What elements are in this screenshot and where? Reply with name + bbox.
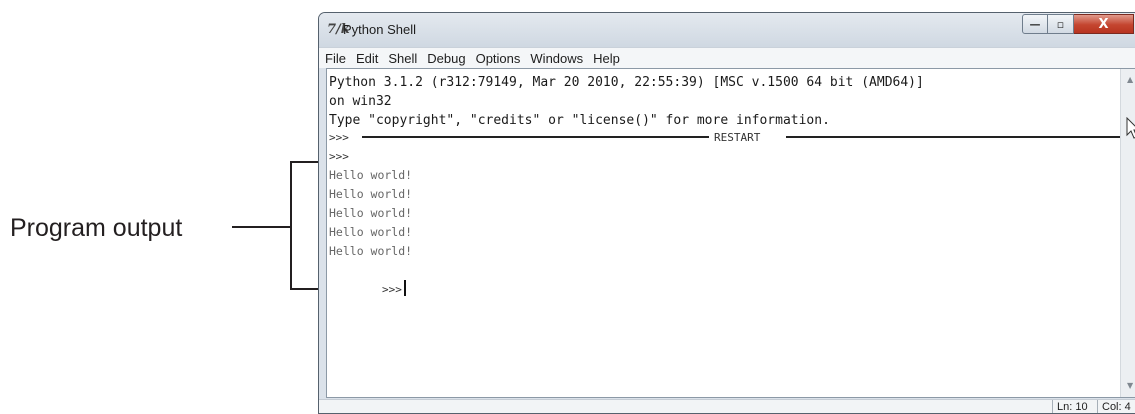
- text-cursor: [403, 280, 406, 296]
- vertical-scrollbar[interactable]: ▲ ▼: [1120, 69, 1135, 397]
- minimize-button[interactable]: —: [1022, 14, 1048, 34]
- minimize-icon: —: [1029, 17, 1041, 31]
- banner-line: Python 3.1.2 (r312:79149, Mar 20 2010, 2…: [329, 75, 924, 90]
- scroll-up-icon[interactable]: ▲: [1127, 75, 1133, 84]
- restart-divider-right: [786, 136, 1121, 138]
- window-title: Python Shell: [343, 22, 416, 37]
- menu-shell[interactable]: Shell: [388, 51, 417, 66]
- maximize-icon: ▫: [1056, 17, 1065, 31]
- menu-help[interactable]: Help: [593, 51, 620, 66]
- output-line: Hello world!: [329, 225, 413, 239]
- output-line: Hello world!: [329, 244, 413, 258]
- python-shell-window: 7/k Python Shell — ▫ X File Edit Shell D…: [318, 12, 1135, 414]
- output-line: Hello world!: [329, 187, 413, 201]
- output-line: Hello world!: [329, 168, 413, 182]
- status-bar: Ln: 10 Col: 4: [319, 399, 1135, 413]
- window-controls: — ▫ X: [1022, 14, 1134, 34]
- shell-text-area[interactable]: Python 3.1.2 (r312:79149, Mar 20 2010, 2…: [329, 71, 1121, 397]
- prompt: >>>: [329, 131, 349, 144]
- banner-line: on win32: [329, 94, 392, 109]
- annotation-label: Program output: [10, 214, 183, 242]
- shell-editor[interactable]: Python 3.1.2 (r312:79149, Mar 20 2010, 2…: [326, 68, 1135, 398]
- prompt: >>>: [381, 283, 402, 296]
- menu-debug[interactable]: Debug: [427, 51, 465, 66]
- close-icon: X: [1098, 16, 1109, 32]
- restart-label: RESTART: [714, 131, 761, 144]
- restart-divider-left: [362, 136, 709, 138]
- scroll-down-icon[interactable]: ▼: [1127, 381, 1133, 390]
- title-bar[interactable]: 7/k Python Shell — ▫ X: [319, 13, 1135, 47]
- mouse-pointer-icon: [1126, 117, 1135, 139]
- maximize-button[interactable]: ▫: [1048, 14, 1074, 34]
- status-col: Col: 4: [1097, 400, 1135, 413]
- output-line: Hello world!: [329, 206, 413, 220]
- prompt: >>>: [329, 150, 349, 163]
- menu-windows[interactable]: Windows: [530, 51, 583, 66]
- input-line[interactable]: >>>: [329, 261, 406, 318]
- status-line: Ln: 10: [1052, 400, 1097, 413]
- menu-options[interactable]: Options: [476, 51, 521, 66]
- menu-bar: File Edit Shell Debug Options Windows He…: [319, 47, 1135, 68]
- menu-edit[interactable]: Edit: [356, 51, 378, 66]
- close-button[interactable]: X: [1074, 14, 1134, 34]
- menu-file[interactable]: File: [325, 51, 346, 66]
